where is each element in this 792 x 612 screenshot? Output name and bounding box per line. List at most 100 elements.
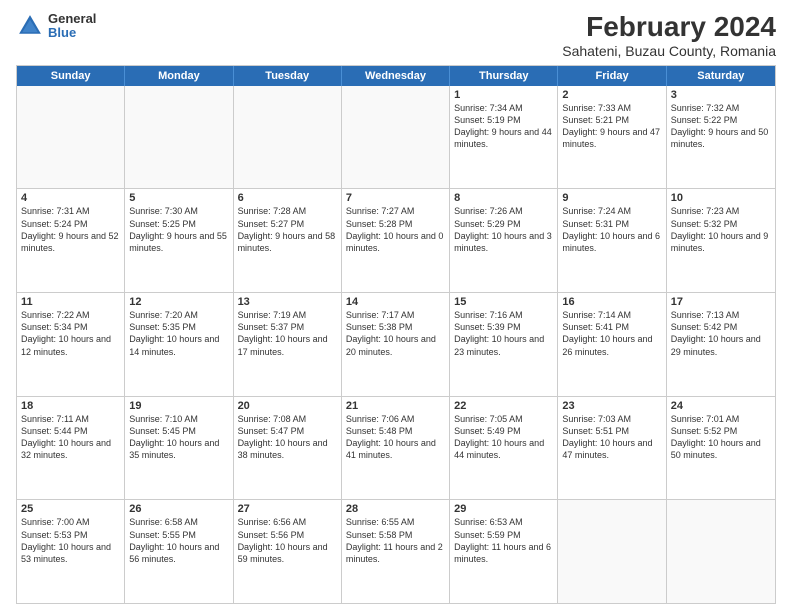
logo: General Blue [16, 12, 96, 41]
empty-cell [342, 86, 450, 189]
day-info: Sunrise: 6:56 AMSunset: 5:56 PMDaylight:… [238, 516, 337, 565]
day-number: 29 [454, 503, 553, 515]
day-cell-5: 5Sunrise: 7:30 AMSunset: 5:25 PMDaylight… [125, 189, 233, 292]
title-block: February 2024 Sahateni, Buzau County, Ro… [562, 12, 776, 59]
header-day-monday: Monday [125, 66, 233, 86]
day-cell-14: 14Sunrise: 7:17 AMSunset: 5:38 PMDayligh… [342, 293, 450, 396]
header-day-friday: Friday [558, 66, 666, 86]
day-info: Sunrise: 7:03 AMSunset: 5:51 PMDaylight:… [562, 413, 661, 462]
day-cell-1: 1Sunrise: 7:34 AMSunset: 5:19 PMDaylight… [450, 86, 558, 189]
day-number: 17 [671, 296, 771, 308]
empty-cell [558, 500, 666, 603]
day-cell-9: 9Sunrise: 7:24 AMSunset: 5:31 PMDaylight… [558, 189, 666, 292]
day-cell-6: 6Sunrise: 7:28 AMSunset: 5:27 PMDaylight… [234, 189, 342, 292]
day-info: Sunrise: 7:00 AMSunset: 5:53 PMDaylight:… [21, 516, 120, 565]
page: General Blue February 2024 Sahateni, Buz… [0, 0, 792, 612]
day-number: 15 [454, 296, 553, 308]
header-day-saturday: Saturday [667, 66, 775, 86]
day-info: Sunrise: 7:24 AMSunset: 5:31 PMDaylight:… [562, 205, 661, 254]
day-cell-4: 4Sunrise: 7:31 AMSunset: 5:24 PMDaylight… [17, 189, 125, 292]
empty-cell [125, 86, 233, 189]
day-number: 14 [346, 296, 445, 308]
day-cell-27: 27Sunrise: 6:56 AMSunset: 5:56 PMDayligh… [234, 500, 342, 603]
day-number: 26 [129, 503, 228, 515]
day-cell-24: 24Sunrise: 7:01 AMSunset: 5:52 PMDayligh… [667, 397, 775, 500]
day-number: 6 [238, 192, 337, 204]
calendar-row-4: 25Sunrise: 7:00 AMSunset: 5:53 PMDayligh… [17, 499, 775, 603]
day-cell-12: 12Sunrise: 7:20 AMSunset: 5:35 PMDayligh… [125, 293, 233, 396]
day-number: 22 [454, 400, 553, 412]
day-number: 19 [129, 400, 228, 412]
day-cell-10: 10Sunrise: 7:23 AMSunset: 5:32 PMDayligh… [667, 189, 775, 292]
day-number: 20 [238, 400, 337, 412]
day-info: Sunrise: 7:01 AMSunset: 5:52 PMDaylight:… [671, 413, 771, 462]
day-info: Sunrise: 7:33 AMSunset: 5:21 PMDaylight:… [562, 102, 661, 151]
day-cell-23: 23Sunrise: 7:03 AMSunset: 5:51 PMDayligh… [558, 397, 666, 500]
calendar-row-1: 4Sunrise: 7:31 AMSunset: 5:24 PMDaylight… [17, 188, 775, 292]
day-info: Sunrise: 7:17 AMSunset: 5:38 PMDaylight:… [346, 309, 445, 358]
day-number: 2 [562, 89, 661, 101]
day-number: 3 [671, 89, 771, 101]
day-cell-7: 7Sunrise: 7:27 AMSunset: 5:28 PMDaylight… [342, 189, 450, 292]
day-cell-29: 29Sunrise: 6:53 AMSunset: 5:59 PMDayligh… [450, 500, 558, 603]
calendar: SundayMondayTuesdayWednesdayThursdayFrid… [16, 65, 776, 604]
day-cell-28: 28Sunrise: 6:55 AMSunset: 5:58 PMDayligh… [342, 500, 450, 603]
day-info: Sunrise: 7:06 AMSunset: 5:48 PMDaylight:… [346, 413, 445, 462]
page-subtitle: Sahateni, Buzau County, Romania [562, 43, 776, 59]
day-number: 11 [21, 296, 120, 308]
day-info: Sunrise: 7:11 AMSunset: 5:44 PMDaylight:… [21, 413, 120, 462]
page-title: February 2024 [562, 12, 776, 43]
header-day-tuesday: Tuesday [234, 66, 342, 86]
day-number: 1 [454, 89, 553, 101]
day-info: Sunrise: 6:53 AMSunset: 5:59 PMDaylight:… [454, 516, 553, 565]
day-cell-8: 8Sunrise: 7:26 AMSunset: 5:29 PMDaylight… [450, 189, 558, 292]
empty-cell [234, 86, 342, 189]
calendar-row-2: 11Sunrise: 7:22 AMSunset: 5:34 PMDayligh… [17, 292, 775, 396]
header-day-wednesday: Wednesday [342, 66, 450, 86]
day-number: 23 [562, 400, 661, 412]
day-info: Sunrise: 7:32 AMSunset: 5:22 PMDaylight:… [671, 102, 771, 151]
day-cell-15: 15Sunrise: 7:16 AMSunset: 5:39 PMDayligh… [450, 293, 558, 396]
day-info: Sunrise: 7:34 AMSunset: 5:19 PMDaylight:… [454, 102, 553, 151]
day-info: Sunrise: 7:20 AMSunset: 5:35 PMDaylight:… [129, 309, 228, 358]
header-day-sunday: Sunday [17, 66, 125, 86]
day-info: Sunrise: 7:10 AMSunset: 5:45 PMDaylight:… [129, 413, 228, 462]
day-info: Sunrise: 7:08 AMSunset: 5:47 PMDaylight:… [238, 413, 337, 462]
day-info: Sunrise: 7:31 AMSunset: 5:24 PMDaylight:… [21, 205, 120, 254]
day-info: Sunrise: 6:58 AMSunset: 5:55 PMDaylight:… [129, 516, 228, 565]
day-info: Sunrise: 7:30 AMSunset: 5:25 PMDaylight:… [129, 205, 228, 254]
day-number: 25 [21, 503, 120, 515]
day-number: 12 [129, 296, 228, 308]
day-number: 7 [346, 192, 445, 204]
day-info: Sunrise: 7:28 AMSunset: 5:27 PMDaylight:… [238, 205, 337, 254]
day-number: 13 [238, 296, 337, 308]
day-cell-2: 2Sunrise: 7:33 AMSunset: 5:21 PMDaylight… [558, 86, 666, 189]
day-cell-22: 22Sunrise: 7:05 AMSunset: 5:49 PMDayligh… [450, 397, 558, 500]
day-cell-25: 25Sunrise: 7:00 AMSunset: 5:53 PMDayligh… [17, 500, 125, 603]
day-number: 16 [562, 296, 661, 308]
logo-icon [16, 12, 44, 40]
day-cell-21: 21Sunrise: 7:06 AMSunset: 5:48 PMDayligh… [342, 397, 450, 500]
header: General Blue February 2024 Sahateni, Buz… [16, 12, 776, 59]
day-number: 21 [346, 400, 445, 412]
logo-general: General [48, 12, 96, 26]
day-cell-16: 16Sunrise: 7:14 AMSunset: 5:41 PMDayligh… [558, 293, 666, 396]
day-info: Sunrise: 7:19 AMSunset: 5:37 PMDaylight:… [238, 309, 337, 358]
calendar-row-3: 18Sunrise: 7:11 AMSunset: 5:44 PMDayligh… [17, 396, 775, 500]
day-info: Sunrise: 7:22 AMSunset: 5:34 PMDaylight:… [21, 309, 120, 358]
day-number: 8 [454, 192, 553, 204]
day-cell-19: 19Sunrise: 7:10 AMSunset: 5:45 PMDayligh… [125, 397, 233, 500]
day-cell-17: 17Sunrise: 7:13 AMSunset: 5:42 PMDayligh… [667, 293, 775, 396]
empty-cell [17, 86, 125, 189]
day-info: Sunrise: 7:27 AMSunset: 5:28 PMDaylight:… [346, 205, 445, 254]
day-info: Sunrise: 7:16 AMSunset: 5:39 PMDaylight:… [454, 309, 553, 358]
day-number: 9 [562, 192, 661, 204]
logo-blue: Blue [48, 26, 96, 40]
day-info: Sunrise: 7:26 AMSunset: 5:29 PMDaylight:… [454, 205, 553, 254]
day-cell-20: 20Sunrise: 7:08 AMSunset: 5:47 PMDayligh… [234, 397, 342, 500]
calendar-row-0: 1Sunrise: 7:34 AMSunset: 5:19 PMDaylight… [17, 86, 775, 189]
day-number: 10 [671, 192, 771, 204]
header-day-thursday: Thursday [450, 66, 558, 86]
logo-text: General Blue [48, 12, 96, 41]
calendar-body: 1Sunrise: 7:34 AMSunset: 5:19 PMDaylight… [17, 86, 775, 603]
